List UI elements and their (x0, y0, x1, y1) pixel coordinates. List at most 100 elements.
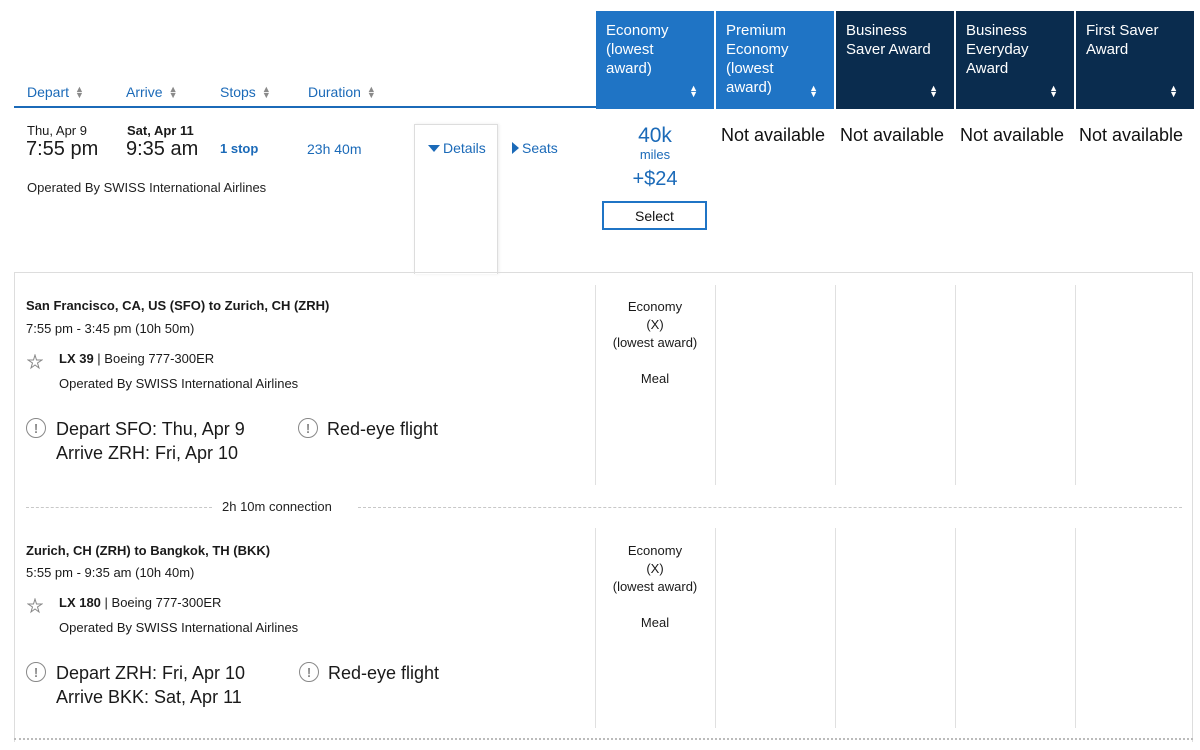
segment-2-cabin-info: Economy (X) (lowest award) Meal (596, 542, 714, 632)
cabin-label-line: Award (966, 60, 1009, 77)
sort-arrows-icon: ▲ ▼ (1049, 83, 1058, 99)
cabin-business-everyday[interactable]: Business Everyday Award ▲ ▼ (956, 11, 1074, 109)
flight-number: LX 39 (59, 351, 94, 366)
price-miles: 40k (638, 124, 672, 147)
cabin-first-saver[interactable]: First Saver Award ▲ ▼ (1076, 11, 1194, 109)
cabin-name: Economy (627, 543, 683, 558)
meal-info: Meal (640, 615, 670, 630)
cabin-label-line: Premium (726, 22, 787, 39)
sort-arrows-icon: ▲ ▼ (75, 84, 84, 100)
segment-1-cabin-info: Economy (X) (lowest award) Meal (596, 298, 714, 388)
cabin-label-line: Saver Award (846, 41, 931, 58)
cabin-label-line: Award (1086, 41, 1129, 58)
swiss-airline-logo-icon (27, 354, 43, 370)
sort-duration[interactable]: Duration ▲ ▼ (308, 84, 376, 100)
sort-arrive[interactable]: Arrive ▲ ▼ (126, 84, 177, 100)
segment-2-alert-redeye: Red-eye flight (328, 663, 440, 683)
sort-depart[interactable]: Depart ▲ ▼ (27, 84, 84, 100)
price-unit: miles (639, 147, 671, 162)
alert-icon: ! (298, 418, 318, 438)
depart-date: Thu, Apr 9 (27, 123, 87, 138)
segment-1-alert-arrive: Arrive ZRH: Fri, Apr 10 (56, 443, 239, 463)
sort-stops-label: Stops (220, 84, 256, 100)
sort-arrive-label: Arrive (126, 84, 163, 100)
cabin-label-line: (lowest (606, 41, 654, 58)
column-divider (1075, 528, 1076, 728)
segment-1-alert-depart: Depart SFO: Thu, Apr 9 (56, 419, 245, 439)
sort-arrows-icon: ▲ ▼ (168, 84, 178, 100)
cabin-label-line: Business (966, 22, 1027, 39)
column-divider (955, 285, 956, 485)
premium-not-available: Not available (721, 125, 826, 145)
sort-stops[interactable]: Stops ▲ ▼ (220, 84, 271, 100)
column-divider (715, 528, 716, 728)
seats-label: Seats (522, 140, 558, 156)
segment-1-alert-redeye: Red-eye flight (327, 419, 439, 439)
first-saver-not-available: Not available (1079, 125, 1184, 145)
alert-icon: ! (299, 662, 319, 682)
alert-icon: ! (26, 418, 46, 438)
column-divider (835, 285, 836, 485)
column-divider (715, 285, 716, 485)
details-label: Details (443, 140, 486, 156)
connection-divider (358, 507, 1182, 508)
connection-time: 2h 10m connection (222, 499, 332, 514)
cabin-code: (X) (646, 561, 664, 576)
connection-divider (26, 507, 212, 508)
stops-link[interactable]: 1 stop (220, 141, 258, 156)
cabin-label-line: Everyday (966, 41, 1029, 58)
alert-icon: ! (26, 662, 46, 682)
segment-2-times: 5:55 pm - 9:35 am (10h 40m) (26, 565, 195, 580)
price-fee: +$24 (632, 168, 678, 190)
select-button[interactable]: Select (602, 201, 707, 230)
cabin-economy-lowest[interactable]: Economy (lowest award) ▲ ▼ (596, 11, 714, 109)
caret-down-icon (428, 144, 440, 152)
sort-arrows-icon: ▲ ▼ (1169, 83, 1178, 99)
cabin-label-line: (lowest (726, 60, 774, 77)
operated-by: Operated By SWISS International Airlines (27, 180, 267, 195)
panel-bottom-border (14, 738, 1193, 742)
cabin-premium-economy[interactable]: Premium Economy (lowest award) ▲ ▼ (716, 11, 834, 109)
details-toggle[interactable]: Details (428, 140, 486, 156)
cabin-label-line: Economy (726, 41, 789, 58)
cabin-label-line: award) (606, 60, 652, 77)
caret-right-icon (512, 142, 519, 154)
cabin-code: (X) (646, 317, 664, 332)
cabin-label-line: Business (846, 22, 907, 39)
arrive-date: Sat, Apr 11 (127, 123, 194, 138)
column-divider (955, 528, 956, 728)
business-everyday-not-available: Not available (960, 125, 1065, 145)
column-divider (1075, 285, 1076, 485)
sort-arrows-icon: ▲ ▼ (929, 83, 938, 99)
flight-duration: 23h 40m (307, 141, 362, 157)
cabin-label-line: Economy (606, 22, 669, 39)
cabin-fare: (lowest award) (612, 335, 698, 350)
segment-1-route: San Francisco, CA, US (SFO) to Zurich, C… (26, 298, 330, 313)
business-saver-not-available: Not available (840, 125, 945, 145)
cabin-name: Economy (627, 299, 683, 314)
cabin-fare: (lowest award) (612, 579, 698, 594)
sort-arrows-icon: ▲ ▼ (689, 83, 698, 99)
arrive-time: 9:35 am (126, 138, 199, 160)
segment-2-flight: LX 180 | Boeing 777-300ER (59, 595, 221, 610)
segment-2-route: Zurich, CH (ZRH) to Bangkok, TH (BKK) (26, 543, 271, 558)
sort-arrows-icon: ▲ ▼ (809, 83, 818, 99)
segment-2-alert-arrive: Arrive BKK: Sat, Apr 11 (56, 687, 242, 707)
segment-2-operated: Operated By SWISS International Airlines (59, 620, 299, 635)
swiss-airline-logo-icon (27, 598, 43, 614)
cabin-business-saver[interactable]: Business Saver Award ▲ ▼ (836, 11, 954, 109)
meal-info: Meal (640, 371, 670, 386)
flight-number: LX 180 (59, 595, 101, 610)
sort-arrows-icon: ▲ ▼ (261, 84, 271, 100)
sort-duration-label: Duration (308, 84, 361, 100)
segment-1-flight: LX 39 | Boeing 777-300ER (59, 351, 214, 366)
column-divider (835, 528, 836, 728)
aircraft: | Boeing 777-300ER (93, 351, 215, 366)
segment-1-times: 7:55 pm - 3:45 pm (10h 50m) (26, 321, 195, 336)
seats-toggle[interactable]: Seats (512, 140, 558, 156)
segment-2-alert-depart: Depart ZRH: Fri, Apr 10 (56, 663, 246, 683)
sort-arrows-icon: ▲ ▼ (366, 84, 376, 100)
header-divider (14, 106, 596, 108)
aircraft: | Boeing 777-300ER (100, 595, 222, 610)
segment-1-operated: Operated By SWISS International Airlines (59, 376, 299, 391)
